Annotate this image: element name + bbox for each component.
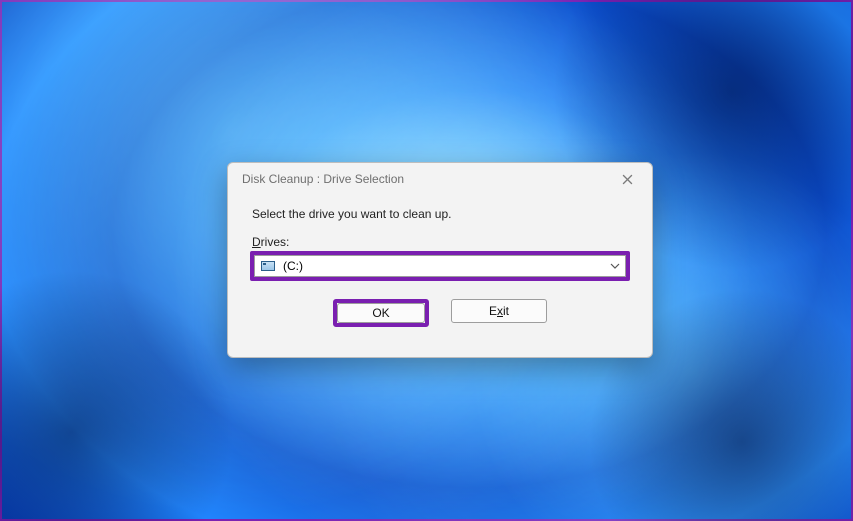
- close-icon: [622, 174, 633, 185]
- close-button[interactable]: [610, 166, 644, 192]
- dialog-button-row: OK Exit: [250, 299, 630, 327]
- drives-label-rest: rives:: [261, 235, 290, 249]
- disk-cleanup-dialog: Disk Cleanup : Drive Selection Select th…: [227, 162, 653, 358]
- drives-label: Drives:: [252, 235, 630, 249]
- drives-label-accel: D: [252, 235, 261, 249]
- exit-button-label: Exit: [489, 304, 509, 318]
- annotation-highlight-dropdown: (C:): [250, 251, 630, 281]
- desktop-screenshot: Disk Cleanup : Drive Selection Select th…: [0, 0, 853, 521]
- annotation-highlight-ok: OK: [333, 299, 429, 327]
- dialog-body: Select the drive you want to clean up. D…: [228, 195, 652, 339]
- ok-button[interactable]: OK: [337, 303, 425, 323]
- chevron-down-icon: [610, 261, 620, 271]
- drive-select-value: (C:): [283, 259, 303, 273]
- title-bar: Disk Cleanup : Drive Selection: [228, 163, 652, 195]
- drive-icon: [261, 261, 275, 271]
- ok-button-label: OK: [372, 306, 389, 320]
- drive-select[interactable]: (C:): [254, 255, 626, 277]
- exit-button[interactable]: Exit: [451, 299, 547, 323]
- instruction-text: Select the drive you want to clean up.: [252, 207, 630, 221]
- window-title: Disk Cleanup : Drive Selection: [242, 172, 404, 186]
